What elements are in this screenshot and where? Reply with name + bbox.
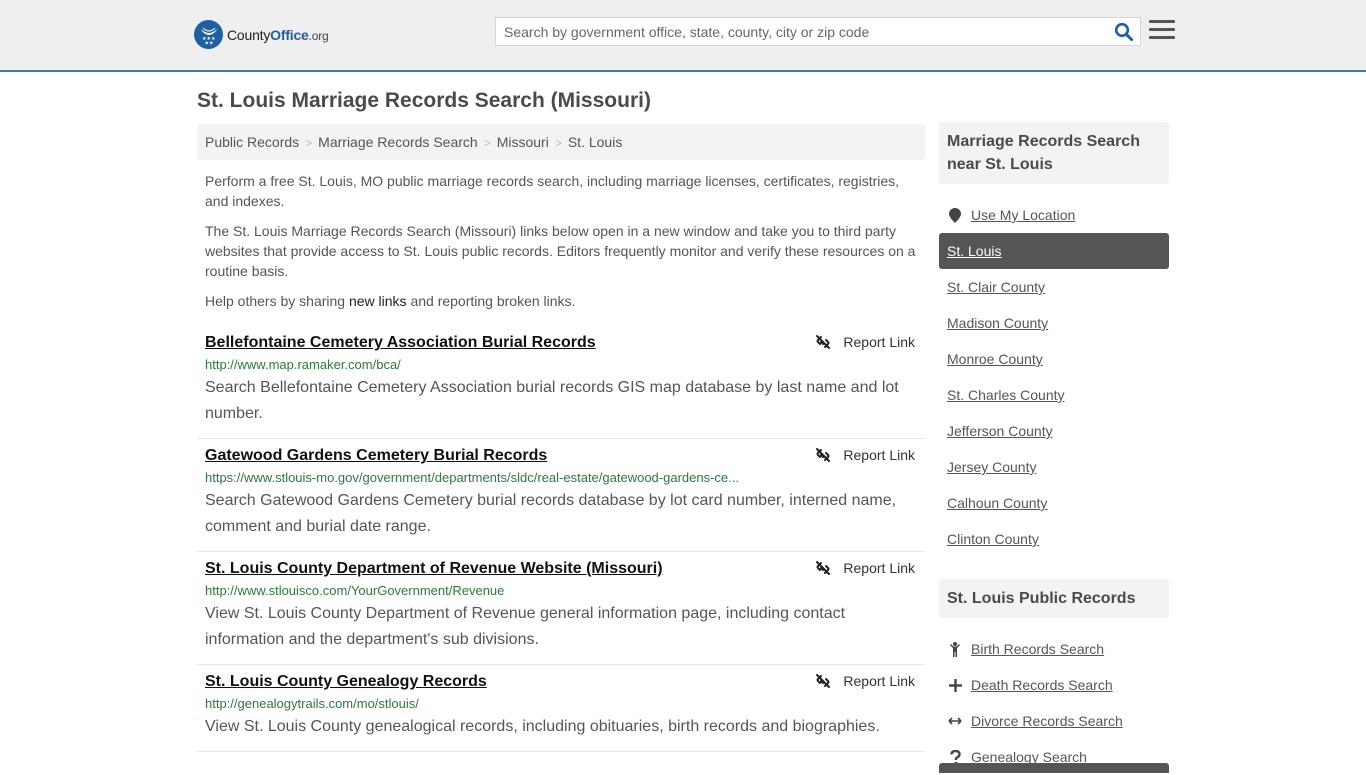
result-description: View St. Louis County Department of Reve… [205, 605, 846, 648]
search-button[interactable] [1114, 22, 1134, 42]
public-records-link[interactable]: Birth Records Search [971, 641, 1104, 657]
results-list: Bellefontaine Cemetery Association Buria… [197, 326, 925, 752]
menu-bar [1149, 20, 1175, 23]
nearby-item-monroe-county[interactable]: Monroe County [939, 341, 1169, 377]
report-link-button[interactable]: Report Link [815, 447, 915, 463]
result-url: http://www.stlouisco.com/YourGovernment/… [205, 583, 505, 598]
map-marker-icon [947, 207, 963, 223]
nearby-item-clinton-county[interactable]: Clinton County [939, 521, 1169, 557]
report-link-button[interactable]: Report Link [815, 560, 915, 576]
breadcrumb-missouri[interactable]: Missouri [497, 134, 549, 150]
breadcrumb-public-records[interactable]: Public Records [205, 134, 299, 150]
broken-link-icon [816, 448, 831, 462]
result-url: https://www.stlouis-mo.gov/government/de… [205, 470, 739, 485]
report-link-label: Report Link [843, 334, 915, 350]
result-title-link[interactable]: St. Louis County Department of Revenue W… [205, 558, 663, 580]
breadcrumb: Public Records > Marriage Records Search > M… [197, 124, 925, 160]
sidebar-next-section-header [939, 763, 1169, 773]
public-records-section: St. Louis Public Records Birth Records S… [939, 579, 1169, 775]
help-text: and reporting broken links. [406, 293, 576, 309]
nearby-link[interactable]: Jefferson County [947, 423, 1053, 439]
result-item: St. Louis County Genealogy Records Repor… [197, 665, 925, 752]
breadcrumb-separator: > [305, 136, 313, 150]
nearby-link[interactable]: Monroe County [947, 351, 1043, 367]
result-title-link[interactable]: Bellefontaine Cemetery Association Buria… [205, 332, 596, 354]
result-title-link[interactable]: St. Louis County Genealogy Records [205, 671, 487, 693]
public-records-link[interactable]: Divorce Records Search [971, 713, 1123, 729]
logo-tld: .org [308, 28, 329, 43]
report-link-label: Report Link [843, 673, 915, 689]
broken-link-icon [816, 335, 831, 349]
public-records-section-title: St. Louis Public Records [939, 579, 1169, 618]
search-icon [1114, 22, 1133, 41]
main-content: Public Records > Marriage Records Search > M… [197, 124, 925, 752]
public-records-list: Birth Records Search Death Records Searc… [939, 631, 1169, 775]
nearby-item-calhoun-county[interactable]: Calhoun County [939, 485, 1169, 521]
result-item: Gatewood Gardens Cemetery Burial Records… [197, 439, 925, 552]
use-my-location-item[interactable]: Use My Location [939, 197, 1169, 233]
report-link-button[interactable]: Report Link [815, 673, 915, 689]
left-right-arrow-icon [947, 716, 963, 726]
hamburger-menu-icon[interactable] [1149, 20, 1175, 42]
nearby-link[interactable]: St. Clair County [947, 279, 1045, 295]
search-input[interactable] [496, 18, 1096, 45]
svg-text:★★: ★★ [204, 40, 213, 46]
site-search [495, 17, 1141, 46]
breadcrumb-marriage-records-search[interactable]: Marriage Records Search [318, 134, 478, 150]
logo-county: County [227, 26, 271, 43]
help-text: Help others by sharing [205, 293, 349, 309]
menu-bar [1149, 28, 1175, 31]
page-title: St. Louis Marriage Records Search (Misso… [197, 89, 651, 112]
result-url: http://genealogytrails.com/mo/stlouis/ [205, 696, 419, 711]
public-records-link[interactable]: Death Records Search [971, 677, 1113, 693]
public-item-birth-records[interactable]: Birth Records Search [939, 631, 1169, 667]
result-description: Search Bellefontaine Cemetery Associatio… [205, 379, 899, 422]
nearby-link[interactable]: Clinton County [947, 531, 1039, 547]
report-link-button[interactable]: Report Link [815, 334, 915, 350]
nearby-item-st-louis[interactable]: St. Louis [939, 233, 1169, 269]
result-url: http://www.map.ramaker.com/bca/ [205, 357, 401, 372]
cross-icon [947, 678, 963, 692]
nearby-item-madison-county[interactable]: Madison County [939, 305, 1169, 341]
result-title-link[interactable]: Gatewood Gardens Cemetery Burial Records [205, 445, 547, 467]
nearby-link[interactable]: Madison County [947, 315, 1048, 331]
broken-link-icon [816, 561, 831, 575]
eagle-stars-icon: ★★★ ★★ [194, 20, 223, 49]
intro-paragraph: The St. Louis Marriage Records Search (M… [205, 223, 916, 279]
public-item-divorce-records[interactable]: Divorce Records Search [939, 703, 1169, 739]
nearby-item-st-clair-county[interactable]: St. Clair County [939, 269, 1169, 305]
countyoffice-logo[interactable]: ★★★ ★★ CountyOffice.org [194, 20, 329, 49]
nearby-item-jersey-county[interactable]: Jersey County [939, 449, 1169, 485]
sidebar: Marriage Records Search near St. Louis U… [939, 122, 1169, 775]
new-links-link[interactable]: new links [349, 293, 407, 309]
report-link-label: Report Link [843, 447, 915, 463]
nearby-list: Use My Location St. Louis St. Clair Coun… [939, 197, 1169, 557]
nearby-section-title: Marriage Records Search near St. Louis [939, 122, 1169, 184]
result-description: Search Gatewood Gardens Cemetery burial … [205, 492, 897, 535]
nearby-link[interactable]: Calhoun County [947, 495, 1047, 511]
child-icon [947, 641, 963, 657]
broken-link-icon [816, 674, 831, 688]
nearby-link[interactable]: Jersey County [947, 459, 1036, 475]
result-item: St. Louis County Department of Revenue W… [197, 552, 925, 665]
breadcrumb-separator: > [483, 136, 491, 150]
nearby-item-st-charles-county[interactable]: St. Charles County [939, 377, 1169, 413]
public-item-death-records[interactable]: Death Records Search [939, 667, 1169, 703]
intro-text: Perform a free St. Louis, MO public marr… [197, 171, 925, 311]
intro-paragraph: Perform a free St. Louis, MO public marr… [205, 173, 900, 209]
nearby-item-jefferson-county[interactable]: Jefferson County [939, 413, 1169, 449]
nearby-link[interactable]: St. Louis [947, 243, 1001, 259]
breadcrumb-separator: > [554, 136, 562, 150]
result-item: Bellefontaine Cemetery Association Buria… [197, 326, 925, 439]
breadcrumb-st-louis[interactable]: St. Louis [568, 134, 622, 150]
use-my-location-link[interactable]: Use My Location [971, 207, 1075, 223]
nearby-link[interactable]: St. Charles County [947, 387, 1065, 403]
report-link-label: Report Link [843, 560, 915, 576]
menu-bar [1149, 36, 1175, 39]
result-description: View St. Louis County genealogical recor… [205, 718, 880, 735]
logo-office: Office [270, 26, 309, 43]
logo-wordmark: CountyOffice.org [227, 27, 329, 43]
intro-paragraph-help: Help others by sharing new links and rep… [205, 291, 917, 311]
site-header: ★★★ ★★ CountyOffice.org [0, 0, 1366, 72]
